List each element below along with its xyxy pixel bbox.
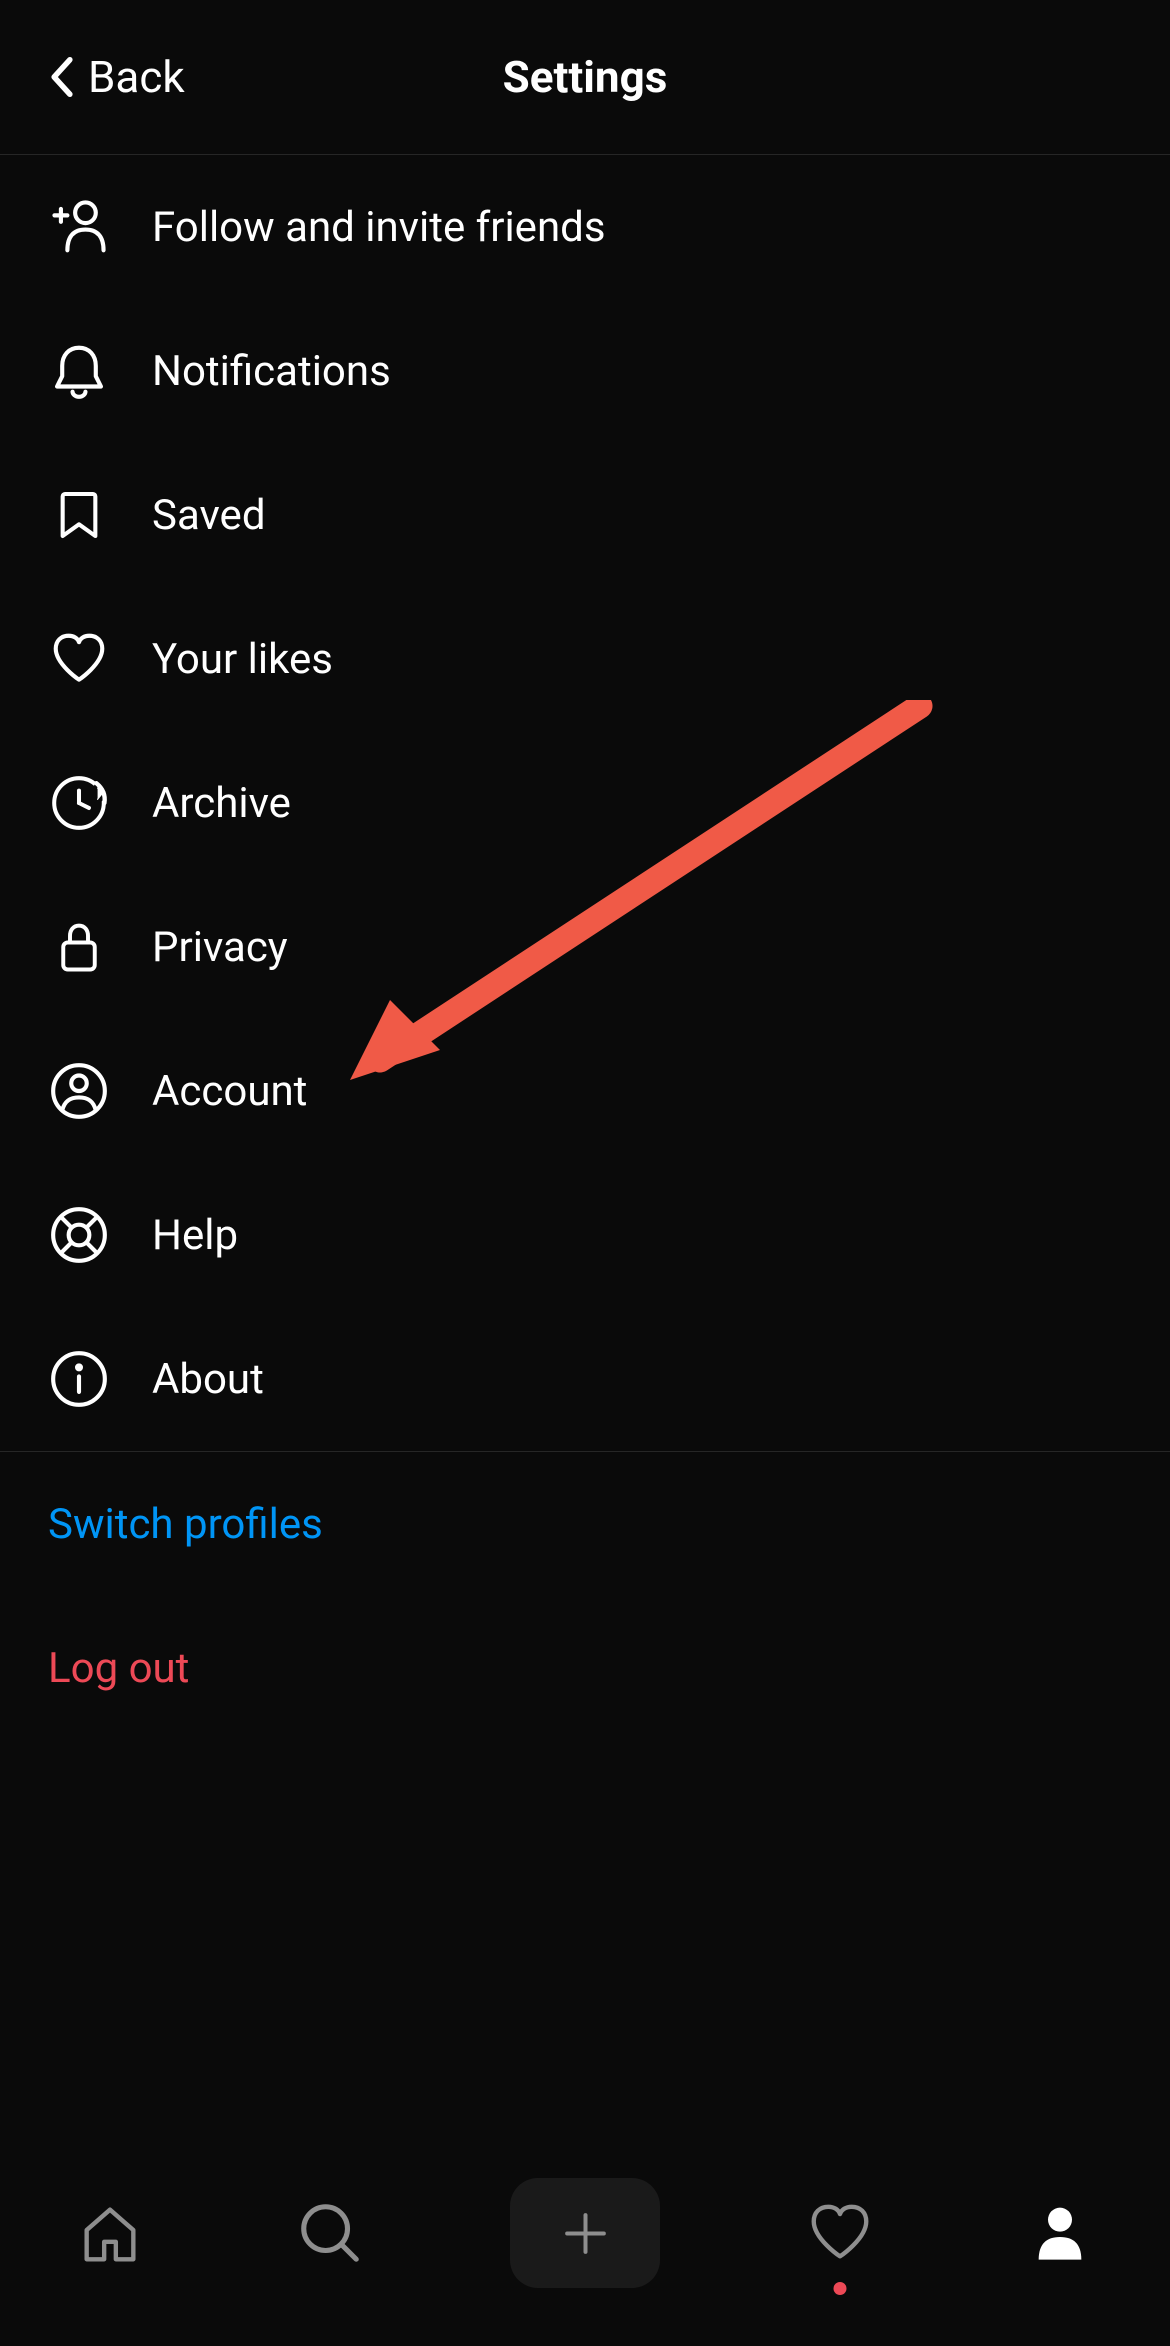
- home-icon: [75, 2198, 145, 2268]
- switch-profiles-button[interactable]: Switch profiles: [0, 1452, 1170, 1596]
- lifebuoy-icon: [48, 1204, 110, 1266]
- menu-label: Your likes: [152, 635, 333, 684]
- plus-icon: [558, 2206, 613, 2261]
- notification-dot: [834, 2282, 847, 2295]
- archive-icon: [48, 772, 110, 834]
- menu-label: Follow and invite friends: [152, 203, 606, 252]
- back-button[interactable]: Back: [48, 51, 185, 103]
- menu-item-help[interactable]: Help: [0, 1163, 1170, 1307]
- menu-label: Help: [152, 1211, 238, 1260]
- chevron-left-icon: [48, 55, 76, 99]
- nav-create[interactable]: [510, 2178, 660, 2288]
- logout-button[interactable]: Log out: [0, 1596, 1170, 1740]
- menu-item-your-likes[interactable]: Your likes: [0, 587, 1170, 731]
- menu-item-account[interactable]: Account: [0, 1019, 1170, 1163]
- bookmark-icon: [48, 484, 110, 546]
- nav-activity[interactable]: [800, 2193, 880, 2273]
- logout-label: Log out: [48, 1644, 189, 1693]
- heart-icon: [48, 628, 110, 690]
- nav-profile[interactable]: [1020, 2193, 1100, 2273]
- heart-icon: [805, 2198, 875, 2268]
- menu-item-notifications[interactable]: Notifications: [0, 299, 1170, 443]
- bell-icon: [48, 340, 110, 402]
- menu-label: Notifications: [152, 347, 391, 396]
- menu-label: Privacy: [152, 923, 288, 972]
- lock-icon: [48, 916, 110, 978]
- info-icon: [48, 1348, 110, 1410]
- settings-menu: Follow and invite friends Notifications …: [0, 155, 1170, 1451]
- nav-search[interactable]: [290, 2193, 370, 2273]
- menu-label: About: [152, 1355, 264, 1404]
- bottom-nav: [0, 2141, 1170, 2346]
- page-title: Settings: [503, 51, 668, 103]
- profile-icon: [1028, 2201, 1092, 2265]
- nav-home[interactable]: [70, 2193, 150, 2273]
- account-icon: [48, 1060, 110, 1122]
- menu-item-about[interactable]: About: [0, 1307, 1170, 1451]
- switch-profiles-label: Switch profiles: [48, 1500, 323, 1549]
- search-icon: [295, 2198, 365, 2268]
- back-label: Back: [88, 51, 185, 103]
- header: Back Settings: [0, 0, 1170, 155]
- menu-item-privacy[interactable]: Privacy: [0, 875, 1170, 1019]
- menu-item-saved[interactable]: Saved: [0, 443, 1170, 587]
- add-person-icon: [48, 196, 110, 258]
- menu-label: Archive: [152, 779, 291, 828]
- menu-label: Account: [152, 1067, 307, 1116]
- menu-item-archive[interactable]: Archive: [0, 731, 1170, 875]
- menu-item-follow-invite[interactable]: Follow and invite friends: [0, 155, 1170, 299]
- menu-label: Saved: [152, 491, 266, 540]
